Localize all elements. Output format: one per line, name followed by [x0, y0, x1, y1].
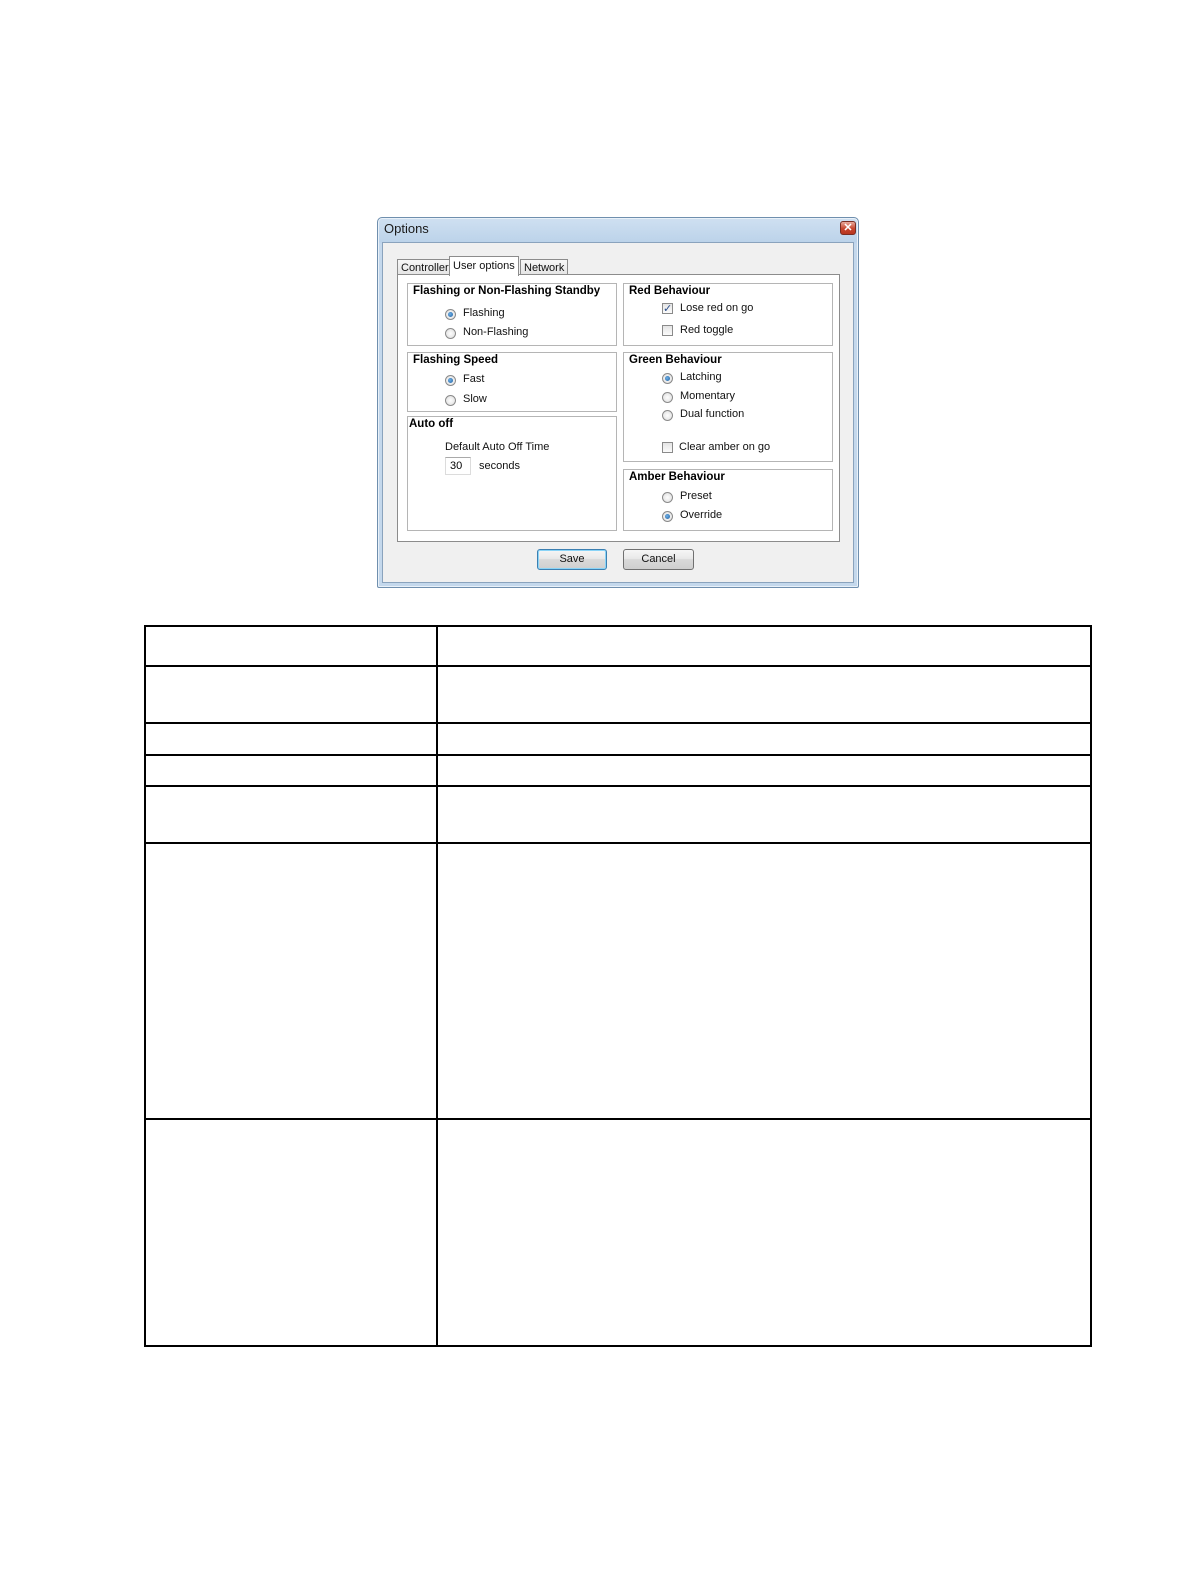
flashing-standby-group: Flashing or Non-Flashing Standby Flashin… — [407, 283, 617, 346]
group-title: Auto off — [409, 418, 454, 430]
table-cell — [144, 722, 438, 756]
tab-user-options[interactable]: User options — [449, 256, 519, 276]
table-cell — [436, 842, 1092, 1120]
table-cell — [144, 842, 438, 1120]
table-row — [144, 754, 1092, 787]
table-cell — [144, 665, 438, 724]
momentary-label: Momentary — [680, 390, 736, 402]
table-cell — [436, 722, 1092, 756]
flashing-radio[interactable] — [445, 309, 456, 320]
table-cell — [144, 1118, 438, 1347]
override-radio[interactable] — [662, 511, 673, 522]
table-cell — [144, 754, 438, 787]
clear-amber-on-go-label: Clear amber on go — [679, 441, 771, 453]
table-row — [144, 625, 1092, 667]
flashing-speed-group: Flashing Speed Fast Slow — [407, 352, 617, 412]
options-dialog: Options ✕ Controller User options Networ… — [377, 217, 859, 588]
auto-off-group: Auto off Default Auto Off Time 30 second… — [407, 416, 617, 531]
table-cell — [436, 665, 1092, 724]
latching-radio[interactable] — [662, 373, 673, 384]
dialog-title: Options — [384, 221, 429, 236]
red-toggle-label: Red toggle — [680, 324, 734, 336]
table-cell — [436, 1118, 1092, 1347]
table-cell — [144, 785, 438, 844]
preset-radio[interactable] — [662, 492, 673, 503]
group-title: Flashing Speed — [413, 354, 498, 366]
preset-label: Preset — [680, 490, 712, 502]
slow-radio[interactable] — [445, 395, 456, 406]
table-row — [144, 785, 1092, 844]
dual-function-radio[interactable] — [662, 410, 673, 421]
red-toggle-checkbox[interactable] — [662, 325, 673, 336]
table-cell — [436, 754, 1092, 787]
table-cell — [436, 625, 1092, 667]
user-options-panel: Flashing or Non-Flashing Standby Flashin… — [397, 274, 840, 542]
green-behaviour-group: Green Behaviour Latching Momentary Dual … — [623, 352, 833, 462]
fast-label: Fast — [463, 373, 485, 385]
auto-off-time-label: Default Auto Off Time — [445, 441, 550, 453]
red-behaviour-group: Red Behaviour ✓ Lose red on go Red toggl… — [623, 283, 833, 346]
document-table — [144, 625, 1092, 1347]
momentary-radio[interactable] — [662, 392, 673, 403]
auto-off-time-input[interactable]: 30 — [445, 457, 471, 475]
flashing-label: Flashing — [463, 307, 505, 319]
lose-red-on-go-label: Lose red on go — [680, 302, 754, 314]
dual-function-label: Dual function — [680, 408, 745, 420]
group-title: Flashing or Non-Flashing Standby — [413, 285, 601, 297]
non-flashing-label: Non-Flashing — [463, 326, 529, 338]
slow-label: Slow — [463, 393, 487, 405]
dialog-client-area: Controller User options Network Flashing… — [382, 242, 854, 583]
table-row — [144, 722, 1092, 756]
table-row — [144, 665, 1092, 724]
clear-amber-on-go-checkbox[interactable] — [662, 442, 673, 453]
non-flashing-radio[interactable] — [445, 328, 456, 339]
seconds-label: seconds — [479, 460, 520, 472]
group-title: Green Behaviour — [629, 354, 722, 366]
group-title: Amber Behaviour — [629, 471, 725, 483]
cancel-button[interactable]: Cancel — [623, 549, 694, 570]
latching-label: Latching — [680, 371, 722, 383]
override-label: Override — [680, 509, 723, 521]
table-row — [144, 842, 1092, 1120]
save-button[interactable]: Save — [537, 549, 607, 570]
table-row — [144, 1118, 1092, 1347]
table-cell — [436, 785, 1092, 844]
lose-red-on-go-checkbox[interactable]: ✓ — [662, 303, 673, 315]
close-icon[interactable]: ✕ — [840, 221, 856, 235]
amber-behaviour-group: Amber Behaviour Preset Override — [623, 469, 833, 531]
fast-radio[interactable] — [445, 375, 456, 386]
table-cell — [144, 625, 438, 667]
group-title: Red Behaviour — [629, 285, 711, 297]
